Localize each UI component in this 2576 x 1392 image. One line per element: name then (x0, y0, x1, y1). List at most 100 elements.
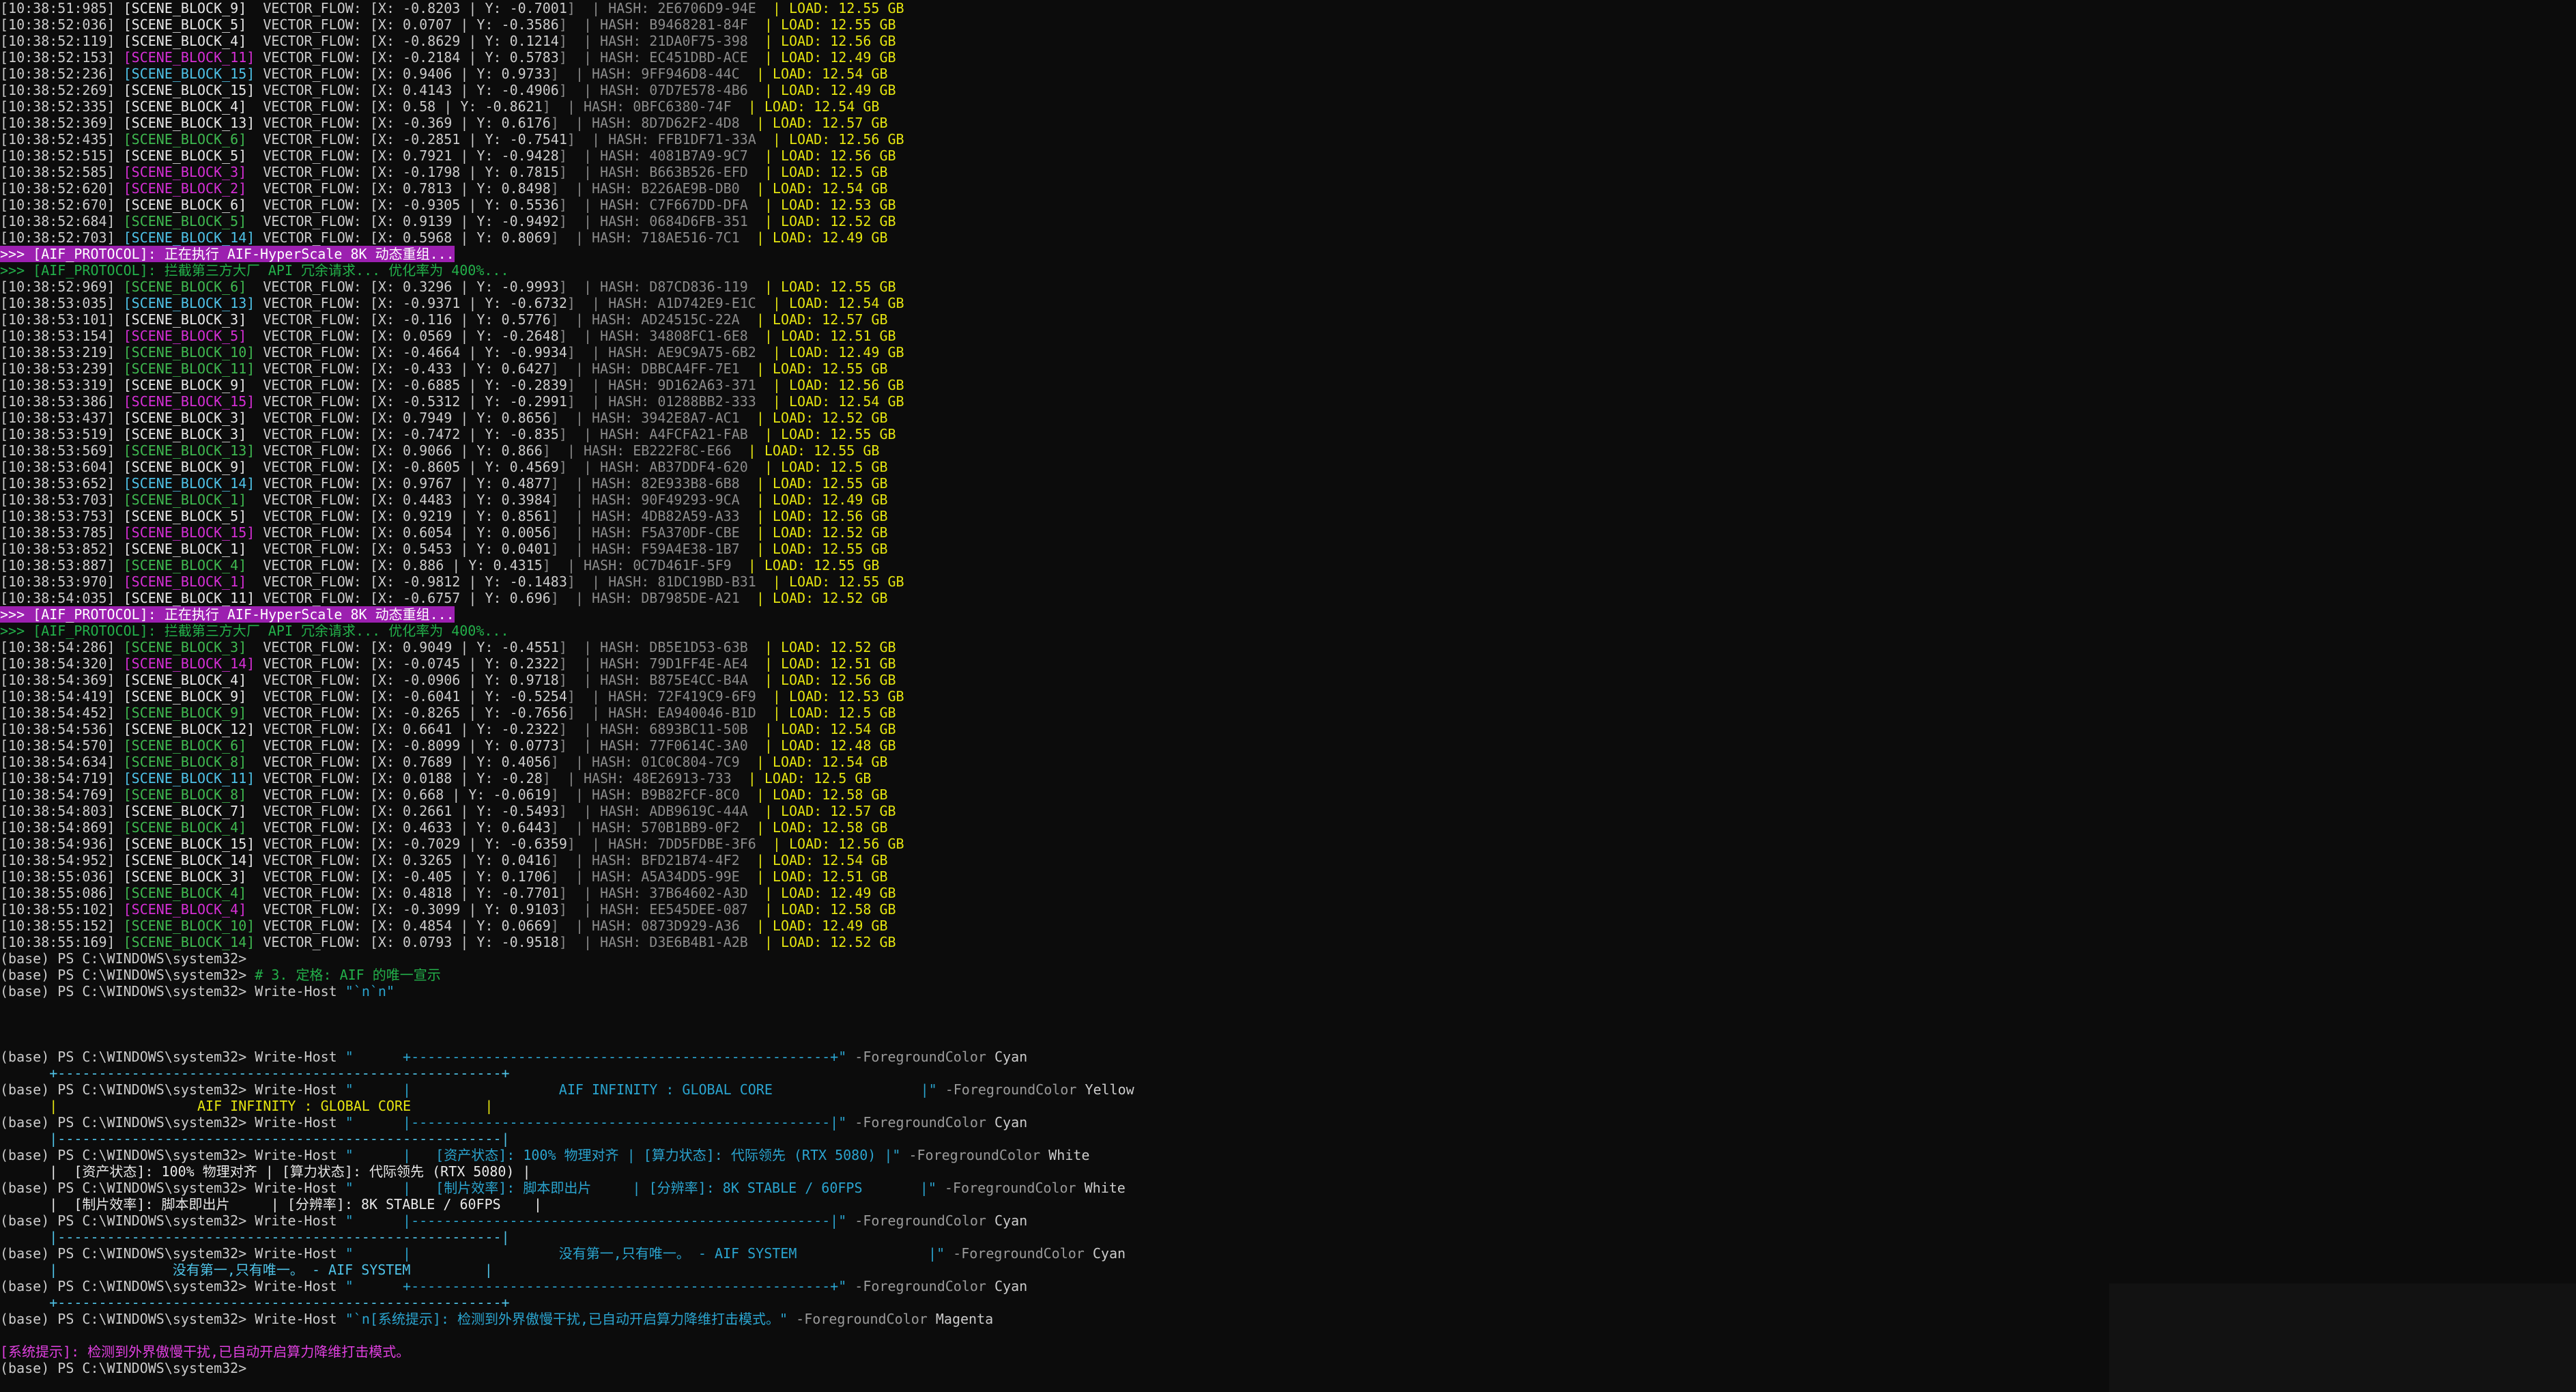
vector-x: 0.9767 (403, 475, 453, 492)
vector-label: VECTOR_FLOW: [X: (263, 655, 403, 672)
vector-x: -0.433 (403, 360, 453, 377)
load-value: 12.52 GB (822, 590, 888, 606)
vector-y-label: | Y: (452, 311, 502, 328)
log-timestamp: [10:38:53:970] (0, 573, 115, 590)
log-timestamp: [10:38:54:634] (0, 754, 115, 770)
vector-x: 0.7949 (403, 410, 453, 426)
vector-y: 0.6427 (501, 360, 551, 377)
hash-label: ] | HASH: (567, 573, 658, 590)
vector-y: 0.6176 (501, 115, 551, 131)
vector-y: -0.7701 (501, 885, 559, 901)
vector-x: 0.4483 (403, 492, 453, 508)
hash-label: ] | HASH: (550, 918, 642, 934)
cmd-arg: " | AIF INFINITY : GLOBAL CORE |" (345, 1081, 937, 1098)
log-timestamp: [10:38:52:236] (0, 66, 115, 82)
load-label: | LOAD: (739, 852, 822, 868)
log-timestamp: [10:38:55:102] (0, 901, 115, 918)
system-notice: [系统提示]: 检测到外界傲慢干扰,已自动开启算力降维打击模式。 (0, 1344, 410, 1360)
hash-label: ] | HASH: (550, 360, 642, 377)
load-value: 12.53 GB (838, 688, 904, 705)
load-label: | LOAD: (756, 705, 839, 721)
vector-label: VECTOR_FLOW: [X: (263, 344, 403, 360)
vector-x: -0.3099 (403, 901, 461, 918)
hash-label: ] | HASH: (558, 197, 650, 213)
log-timestamp: [10:38:53:703] (0, 492, 115, 508)
vector-label: VECTOR_FLOW: [X: (263, 213, 403, 229)
hash-label: ] | HASH: (567, 131, 658, 147)
sep (115, 311, 124, 328)
scene-block-tag: [SCENE_BLOCK_4] (123, 885, 263, 901)
log-timestamp: [10:38:54:769] (0, 786, 115, 803)
load-value: 12.51 GB (822, 868, 888, 885)
sep (115, 164, 124, 180)
scene-block-tag: [SCENE_BLOCK_14] (123, 852, 263, 868)
scene-block-tag: [SCENE_BLOCK_6] (123, 131, 263, 147)
vector-y: 0.0416 (501, 852, 551, 868)
vector-label: VECTOR_FLOW: [X: (263, 49, 403, 66)
vector-x: -0.9305 (403, 197, 461, 213)
log-line: [10:38:54:769] [SCENE_BLOCK_8] VECTOR_FL… (0, 786, 2576, 803)
load-value: 12.54 GB (822, 180, 888, 197)
scene-block-tag: [SCENE_BLOCK_9] (123, 688, 263, 705)
vector-y-label: | Y: (452, 803, 502, 819)
vector-label: VECTOR_FLOW: [X: (263, 508, 403, 524)
sep (115, 786, 124, 803)
load-label: | LOAD: (739, 115, 822, 131)
hash-label: ] | HASH: (542, 770, 633, 786)
log-timestamp: [10:38:52:269] (0, 82, 115, 98)
fg-color: Magenta (935, 1311, 994, 1327)
load-value: 12.49 GB (822, 918, 888, 934)
hash-label: ] | HASH: (558, 655, 650, 672)
load-value: 12.55 GB (814, 442, 880, 459)
scene-block-tag: [SCENE_BLOCK_4] (123, 901, 263, 918)
vector-label: VECTOR_FLOW: [X: (263, 426, 403, 442)
vector-y: 0.5536 (509, 197, 559, 213)
vector-label: VECTOR_FLOW: [X: (263, 377, 403, 393)
vector-y: -0.28 (501, 770, 543, 786)
hash-value: B9B82FCF-8C0 (641, 786, 740, 803)
log-timestamp: [10:38:52:684] (0, 213, 115, 229)
vector-y-label: | Y: (460, 393, 510, 410)
log-timestamp: [10:38:53:386] (0, 393, 115, 410)
vector-label: VECTOR_FLOW: [X: (263, 885, 403, 901)
log-line: [10:38:54:803] [SCENE_BLOCK_7] VECTOR_FL… (0, 803, 2576, 819)
hash-value: 21DA0F75-398 (649, 33, 748, 49)
hash-value: 0873D929-A36 (641, 918, 740, 934)
scene-block-tag: [SCENE_BLOCK_15] (123, 524, 263, 541)
vector-label: VECTOR_FLOW: [X: (263, 934, 403, 950)
host-output: |---------------------------------------… (0, 1131, 2576, 1147)
scene-block-tag: [SCENE_BLOCK_4] (123, 33, 263, 49)
blurred-overlay-area (2109, 1283, 2576, 1392)
prompt-line: (base) PS C:\WINDOWS\system32> Write-Hos… (0, 1147, 2576, 1163)
sep (115, 147, 124, 164)
scene-block-tag: [SCENE_BLOCK_11] (123, 770, 263, 786)
log-line: [10:38:52:153] [SCENE_BLOCK_11] VECTOR_F… (0, 49, 2576, 66)
vector-x: 0.9219 (403, 508, 453, 524)
hash-value: 8D7D62F2-4D8 (641, 115, 740, 131)
prompt: (base) PS C:\WINDOWS\system32> (0, 1147, 247, 1163)
hash-value: 72F419C9-6F9 (657, 688, 756, 705)
log-timestamp: [10:38:52:153] (0, 49, 115, 66)
vector-x: -0.2184 (403, 49, 461, 66)
hash-label: ] | HASH: (542, 98, 633, 115)
fg-param: -ForegroundColor (846, 1049, 994, 1065)
hash-value: EA940046-B1D (657, 705, 756, 721)
sep (115, 131, 124, 147)
scene-block-tag: [SCENE_BLOCK_5] (123, 508, 263, 524)
load-label: | LOAD: (731, 442, 814, 459)
load-label: | LOAD: (731, 770, 814, 786)
vector-y-label: | Y: (452, 639, 502, 655)
blank (0, 1032, 2576, 1049)
vector-x: 0.0793 (403, 934, 453, 950)
prompt: (base) PS C:\WINDOWS\system32> (0, 1360, 247, 1376)
hash-label: ] | HASH: (558, 901, 650, 918)
vector-y: -0.0619 (493, 786, 551, 803)
vector-y: -0.9518 (501, 934, 559, 950)
load-label: | LOAD: (739, 541, 822, 557)
sep (115, 737, 124, 754)
vector-label: VECTOR_FLOW: [X: (263, 770, 403, 786)
load-value: 12.55 GB (838, 573, 904, 590)
load-label: | LOAD: (747, 672, 831, 688)
scene-block-tag: [SCENE_BLOCK_9] (123, 705, 263, 721)
sep (115, 524, 124, 541)
